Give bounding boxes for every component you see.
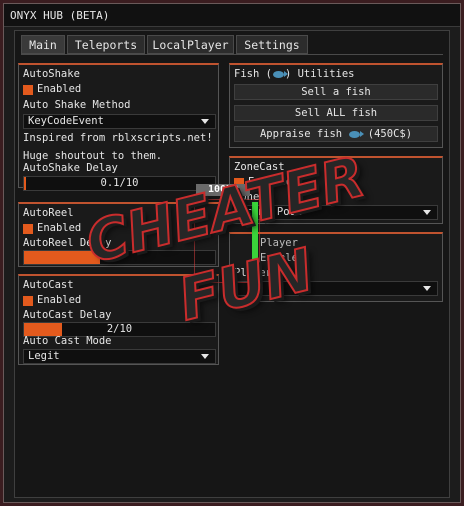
autoshake-delay-label: AutoShake Delay	[23, 162, 118, 174]
autoshake-credit-line1: Inspired from rblxscripts.net!	[23, 132, 213, 144]
autoshake-credit-line2: Huge shoutout to them.	[23, 150, 163, 162]
fish-utilities-title-post: ) Utilities	[284, 68, 355, 80]
chevron-down-icon	[423, 286, 431, 291]
autoreel-enabled-label: Enabled	[37, 222, 82, 234]
chevron-down-icon	[423, 210, 431, 215]
tab-main[interactable]: Main	[21, 35, 65, 54]
autocast-delay-label: AutoCast Delay	[23, 309, 112, 321]
autocast-enabled-checkbox[interactable]	[23, 296, 33, 306]
tab-teleports[interactable]: Teleports	[67, 35, 145, 54]
tab-localplayer[interactable]: LocalPlayer	[147, 35, 234, 54]
autoshake-panel: AutoShake Enabled Auto Shake Method KeyC…	[18, 63, 219, 191]
tab-teleports-label: Teleports	[74, 37, 138, 52]
tab-divider	[21, 54, 443, 55]
autocast-mode-label: Auto Cast Mode	[23, 335, 112, 347]
tab-localplayer-label: LocalPlayer	[152, 37, 229, 52]
autoreel-title: AutoReel	[23, 207, 74, 219]
autoshake-method-dropdown[interactable]: KeyCodeEvent	[23, 114, 216, 129]
fish-icon	[349, 130, 365, 138]
window-title: ONYX HUB (BETA)	[10, 8, 110, 22]
autocast-mode-dropdown[interactable]: Legit	[23, 349, 216, 364]
fish-utilities-title-pre: Fish (	[234, 68, 272, 80]
autoshake-method-label: Auto Shake Method	[23, 99, 131, 111]
fish-utilities-title: Fish ( ) Utilities	[234, 68, 354, 80]
title-bar[interactable]: ONYX HUB (BETA)	[4, 4, 460, 27]
autoshake-enabled-checkbox[interactable]	[23, 85, 33, 95]
autocast-enabled-label: Enabled	[37, 294, 82, 306]
fish-icon	[272, 70, 288, 78]
autoshake-method-value: KeyCodeEvent	[28, 115, 104, 127]
tab-settings-label: Settings	[244, 37, 300, 52]
sell-fish-label: Sell a fish	[301, 86, 371, 98]
chevron-down-icon	[201, 119, 209, 124]
appraise-fish-price: (450C$)	[367, 128, 413, 140]
appraise-fish-button[interactable]: Appraise fish (450C$)	[234, 126, 438, 142]
autoreel-delay-fill	[24, 251, 101, 264]
fish-utilities-panel: Fish ( ) Utilities Sell a fish Sell ALL f…	[229, 63, 443, 148]
autocast-title: AutoCast	[23, 279, 74, 291]
chevron-down-icon	[201, 354, 209, 359]
autoshake-enabled-label: Enabled	[37, 83, 82, 95]
autocast-mode-value: Legit	[28, 350, 60, 362]
appraise-fish-label: Appraise fish	[259, 128, 343, 140]
autoshake-title: AutoShake	[23, 68, 80, 80]
sell-fish-button[interactable]: Sell a fish	[234, 84, 438, 100]
tab-settings[interactable]: Settings	[236, 35, 308, 54]
tab-main-label: Main	[29, 37, 57, 52]
sell-all-fish-button[interactable]: Sell ALL fish	[234, 105, 438, 121]
autoreel-enabled-checkbox[interactable]	[23, 224, 33, 234]
sell-all-fish-label: Sell ALL fish	[294, 107, 378, 119]
